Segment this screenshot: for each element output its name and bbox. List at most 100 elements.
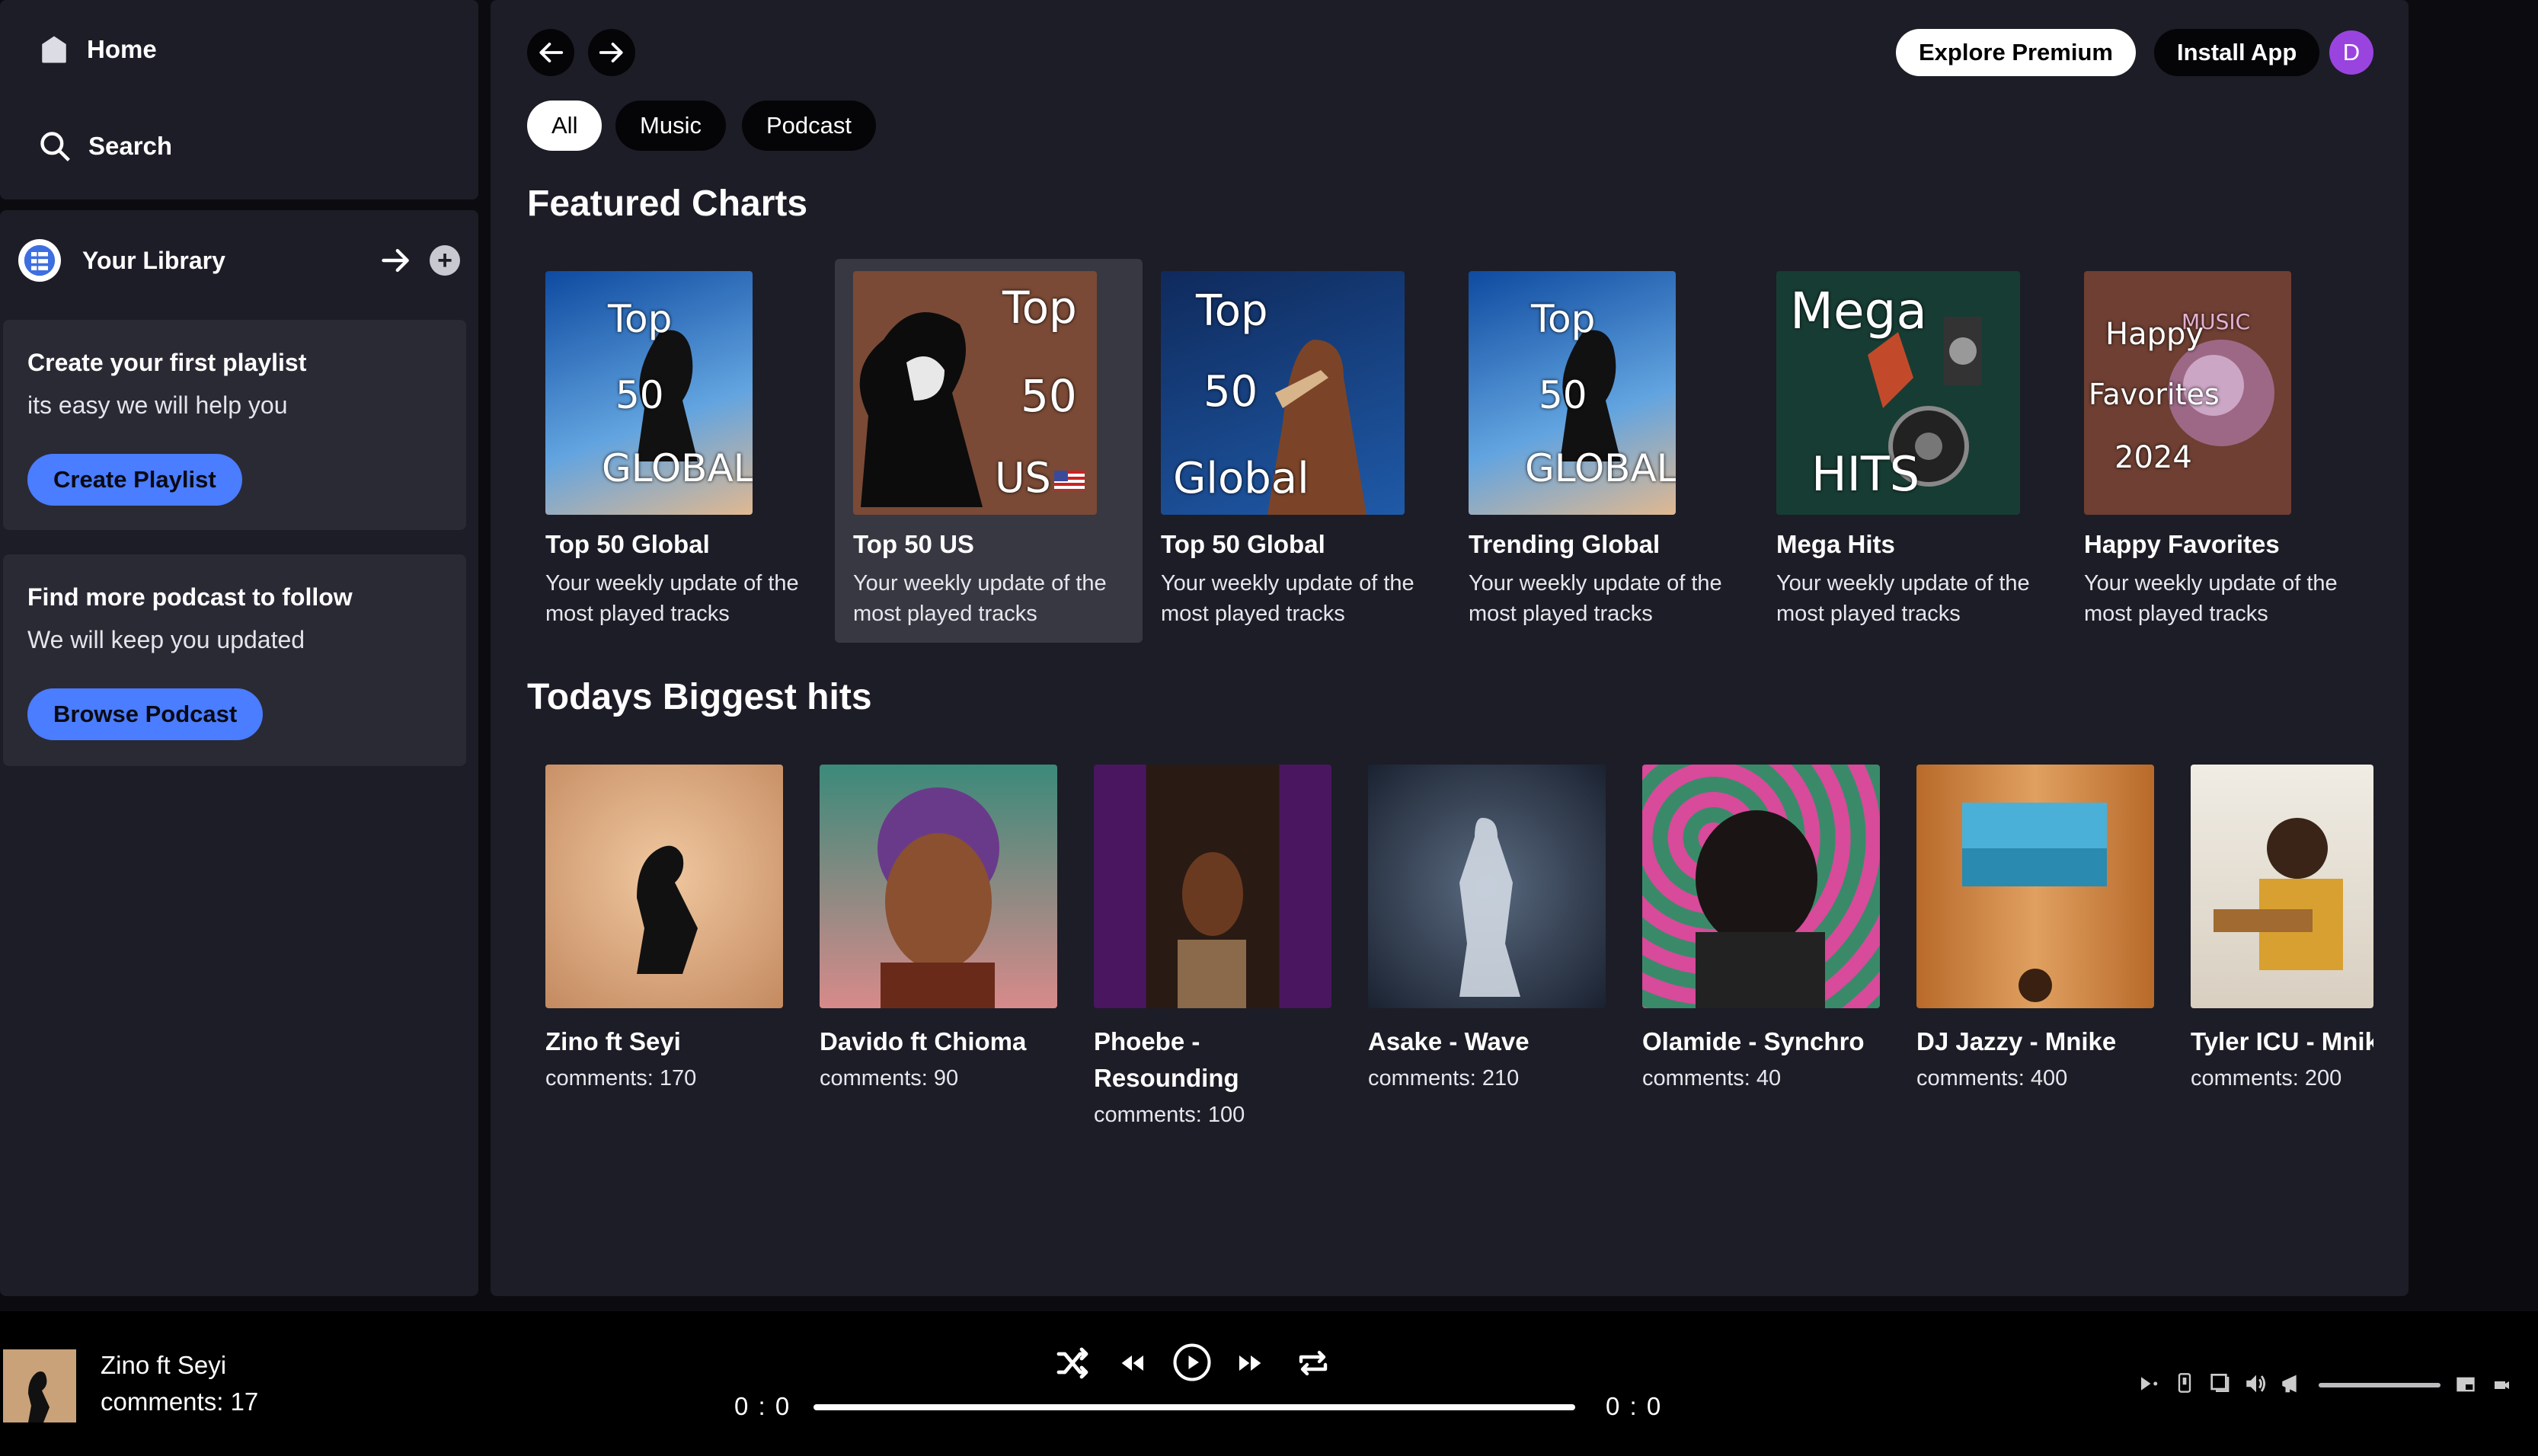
library-actions: + [379,244,460,277]
library-title[interactable]: Your Library [82,247,225,275]
hit-card[interactable]: Zino ft Seyi comments: 170 [545,765,783,1091]
shuffle-icon[interactable] [1054,1345,1091,1381]
podcast-card-subtitle: We will keep you updated [27,626,305,653]
chart-desc: Your weekly update of the most played tr… [2084,571,2338,626]
arrow-left-icon [539,43,564,62]
chart-desc: Your weekly update of the most played tr… [1161,571,1414,626]
cover-text: 50 [1539,373,1587,417]
hit-name: DJ Jazzy - Mnike [1916,1027,2117,1055]
speaker-icon[interactable] [2279,1371,2305,1397]
chart-card[interactable]: Top 50 GLOBAL Top 50 Global Your weekly … [491,259,799,643]
hit-name: Phoebe - Resounding [1094,1027,1239,1092]
now-playing-cover [3,1349,76,1422]
filter-podcast[interactable]: Podcast [742,101,877,151]
chart-card[interactable]: Top 50 US Top 50 US Your weekly update o… [835,259,1143,643]
cover-text: HITS [1811,446,1920,502]
chart-card[interactable]: MUSIC Happy Favorites 2024 Happy Favorit… [2066,259,2373,643]
chart-desc: Your weekly update of the most played tr… [853,571,1107,626]
time-current: 0 : 0 [734,1392,791,1420]
chart-name: Top 50 Global [1161,530,1325,558]
biggest-hits-title: Todays Biggest hits [527,677,872,717]
hit-name: Olamide - Synchro [1642,1027,1865,1055]
chart-desc: Your weekly update of the most played tr… [1469,571,1722,626]
playlist-card-subtitle: its easy we will help you [27,391,288,419]
hit-cover [1368,765,1606,1008]
featured-charts-title: Featured Charts [527,184,808,224]
forward-button[interactable] [588,29,635,76]
hit-cover [820,765,1057,1008]
chart-card[interactable]: Top 50 GLOBAL Trending Global Your weekl… [1450,259,1758,643]
cover-text: Happy [2105,317,2204,352]
queue-icon[interactable] [2209,1371,2235,1395]
search-icon [40,132,70,161]
nav-search-label: Search [88,132,173,160]
home-icon [42,36,66,63]
hit-card[interactable]: Asake - Wave comments: 210 [1368,765,1606,1091]
library-icon[interactable] [18,239,61,282]
hit-comments: comments: 210 [1368,1066,1520,1090]
filter-all[interactable]: All [527,101,603,151]
time-total: 0 : 0 [1606,1392,1663,1420]
hit-cover [1094,765,1331,1008]
now-playing-view-icon[interactable] [2137,1372,2160,1395]
arrow-right-icon[interactable] [379,244,413,277]
cover-text: Mega [1790,282,1927,340]
play-icon[interactable] [1172,1342,1213,1383]
chart-cover: Top 50 US [853,271,1097,515]
chart-card[interactable]: Mega HITS Mega Hits Your weekly update o… [1758,259,2066,643]
chart-cover: Mega HITS [1776,271,2020,515]
podcast-card: Find more podcast to follow We will keep… [3,554,466,766]
explore-premium-button[interactable]: Explore Premium [1896,29,2136,76]
browse-podcast-button[interactable]: Browse Podcast [27,688,264,740]
hit-cover [2191,765,2373,1008]
podcast-card-title: Find more podcast to follow [27,583,353,611]
create-playlist-button[interactable]: Create Playlist [27,454,242,506]
volume-icon[interactable] [2242,1371,2270,1397]
install-app-button[interactable]: Install App [2154,29,2320,76]
previous-icon[interactable] [1117,1345,1147,1381]
now-playing-subtitle: comments: 17 [101,1387,259,1416]
cover-text: 50 [1021,370,1077,422]
chart-name: Trending Global [1469,530,1661,558]
hit-name: Davido ft Chioma [820,1027,1027,1055]
hit-comments: comments: 40 [1642,1066,1782,1090]
chart-cover: Top 50 GLOBAL [1469,271,1676,515]
avatar[interactable]: D [2329,30,2373,75]
chart-desc: Your weekly update of the most played tr… [545,571,799,626]
mini-player-icon[interactable] [2453,1374,2479,1395]
player-bar: Zino ft Seyi comments: 17 0 : 0 0 : 0 [0,1311,2538,1456]
chart-name: Mega Hits [1776,530,1895,558]
hit-comments: comments: 100 [1094,1103,1245,1127]
hit-card[interactable]: Olamide - Synchro comments: 40 [1642,765,1880,1091]
hit-card[interactable]: Tyler ICU - Mnike comments: 200 [2191,765,2373,1091]
hit-name: Tyler ICU - Mnike [2191,1027,2373,1055]
hit-card[interactable]: Phoebe - Resounding comments: 100 [1094,765,1331,1128]
chart-name: Top 50 US [853,530,974,558]
repeat-icon[interactable] [1295,1345,1331,1381]
hit-cover [545,765,783,1008]
nav-home[interactable]: Home [38,34,157,65]
filter-music[interactable]: Music [615,101,726,151]
playlist-card-title: Create your first playlist [27,349,307,376]
fullscreen-icon[interactable] [2492,1375,2511,1394]
volume-slider[interactable] [2319,1383,2441,1387]
add-icon[interactable]: + [430,245,460,276]
hit-card[interactable]: Davido ft Chioma comments: 90 [820,765,1057,1091]
nav-search[interactable]: Search [38,129,172,163]
sidebar: Home Search Your Library + Create your f… [0,0,478,1296]
hit-cover [1642,765,1880,1008]
chart-card[interactable]: Top 50 Global Top 50 Global Your weekly … [1143,259,1450,643]
back-button[interactable] [527,29,574,76]
cover-text: US [995,454,1051,502]
chart-cover: MUSIC Happy Favorites 2024 [2084,271,2291,515]
chart-name: Happy Favorites [2084,530,2280,558]
cover-text: Global [1173,454,1309,503]
chart-cover: Top 50 Global [1161,271,1405,515]
cover-text: Top [1531,297,1596,341]
next-icon[interactable] [1235,1345,1266,1381]
hit-card[interactable]: DJ Jazzy - Mnike comments: 400 [1916,765,2154,1091]
cover-text: GLOBAL [1525,446,1676,490]
lyrics-icon[interactable] [2174,1371,2195,1395]
progress-bar[interactable] [814,1404,1575,1410]
nav-home-label: Home [87,35,157,63]
